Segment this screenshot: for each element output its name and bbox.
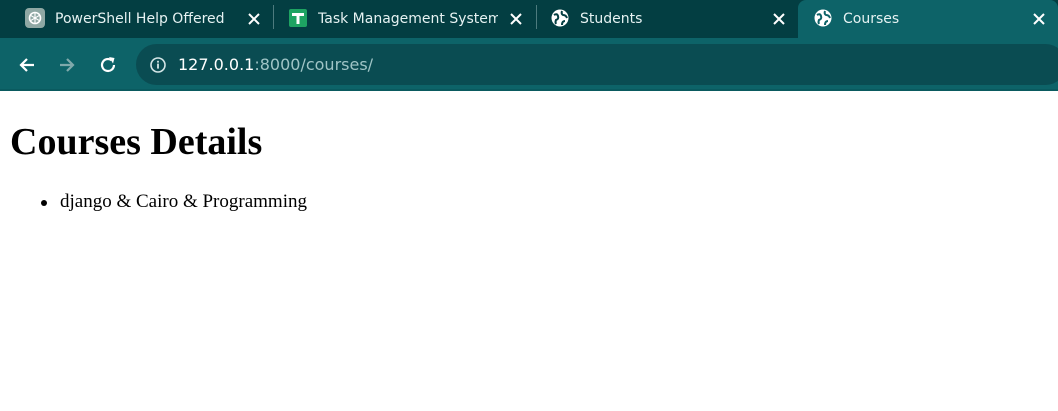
list-bullet — [41, 200, 47, 206]
tab-separator — [536, 5, 537, 29]
url-text[interactable]: 127.0.0.1:8000/courses/ — [178, 54, 373, 76]
globe-icon — [813, 8, 833, 28]
tab-courses[interactable]: Courses — [798, 0, 1058, 38]
browser-toolbar: 127.0.0.1:8000/courses/ — [0, 38, 1058, 91]
tab-title: PowerShell Help Offered — [55, 11, 225, 27]
list-item: django & Cairo & Programming — [0, 190, 307, 214]
courses-list: django & Cairo & Programming — [0, 190, 307, 214]
close-tab-icon[interactable] — [506, 9, 526, 29]
close-tab-icon[interactable] — [1029, 9, 1049, 29]
google-sheets-icon — [288, 8, 308, 28]
forward-arrow-icon[interactable] — [53, 51, 81, 79]
url-host: 127.0.0.1 — [178, 55, 255, 74]
tab-separator — [273, 5, 274, 29]
tab-title: Task Management System - — [318, 11, 498, 27]
tab-title: Courses — [843, 11, 900, 27]
chatgpt-icon — [25, 8, 45, 28]
close-tab-icon[interactable] — [769, 9, 789, 29]
address-bar[interactable]: 127.0.0.1:8000/courses/ — [136, 44, 1058, 85]
tab-strip: PowerShell Help Offered Task Management … — [0, 0, 1058, 38]
course-text: django & Cairo & Programming — [60, 191, 307, 212]
tab-title: Students — [580, 11, 643, 27]
close-tab-icon[interactable] — [244, 9, 264, 29]
url-path: :8000/courses/ — [254, 55, 374, 74]
tab-powershell-help[interactable]: PowerShell Help Offered — [25, 0, 270, 38]
page-title: Courses Details — [10, 121, 263, 163]
tab-courses-inner: Courses — [813, 0, 1058, 38]
back-arrow-icon[interactable] — [13, 51, 41, 79]
page-content: Courses Details django & Cairo & Program… — [0, 91, 1058, 411]
globe-icon — [550, 8, 570, 28]
info-icon[interactable] — [148, 55, 168, 75]
tab-students[interactable]: Students — [550, 0, 795, 38]
reload-icon[interactable] — [94, 51, 122, 79]
tab-task-management[interactable]: Task Management System - — [288, 0, 533, 38]
